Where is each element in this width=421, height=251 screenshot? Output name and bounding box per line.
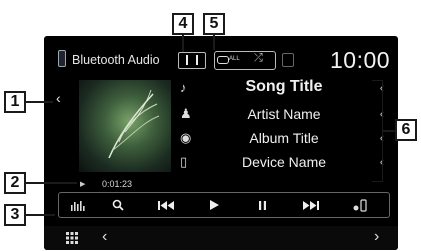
callout-3: 3 [4, 204, 26, 226]
album-disc-icon: ◉ [180, 130, 192, 145]
repeat-icon [217, 56, 229, 64]
play-status-icon: ▶ [80, 181, 86, 188]
pause-button[interactable] [247, 193, 277, 217]
previous-track-icon [158, 200, 174, 210]
artist-name: Artist Name [247, 106, 321, 122]
source-title: Bluetooth Audio [72, 53, 160, 67]
search-button[interactable] [103, 193, 133, 217]
track-info-panel: ♪ Song Title ‹ ♟ Artist Name ‹ ◉ Album T… [172, 78, 390, 180]
phone-device-icon: ▯ [180, 154, 188, 169]
artist-name-row[interactable]: ♟ Artist Name ‹ [172, 104, 390, 126]
elapsed-time: 0:01:23 [102, 179, 133, 189]
repeat-random-group: ALL ⤮ [214, 51, 276, 70]
equalizer-icon [71, 201, 85, 211]
album-title-row[interactable]: ◉ Album Title ‹ [172, 128, 390, 150]
search-icon [112, 199, 124, 211]
bluetooth-device-icon [353, 198, 367, 212]
callout-5: 5 [203, 13, 225, 35]
chevron-right-icon[interactable]: › [374, 228, 379, 246]
callout-2: 2 [4, 172, 26, 194]
menu-grid-button[interactable] [66, 231, 80, 245]
next-track-icon [303, 200, 319, 210]
equalizer-button[interactable] [61, 193, 95, 217]
head-unit-screen: Bluetooth Audio ALL ⤮ 10:00 ‹ ♪ Song Tit… [44, 36, 398, 250]
chevron-left-icon[interactable]: ‹ [56, 90, 61, 106]
pause-icon [258, 200, 266, 210]
song-title: Song Title [245, 78, 323, 95]
next-track-button[interactable] [293, 193, 329, 217]
device-settings-button[interactable] [343, 193, 377, 217]
shuffle-icon: ⤮ [254, 52, 263, 64]
repeat-label: ALL [229, 56, 240, 62]
clock: 10:00 [330, 47, 391, 73]
callout-5-leader [213, 34, 215, 50]
album-artwork[interactable] [79, 80, 171, 172]
random-button[interactable]: ⤮ [249, 52, 271, 67]
play-icon [209, 200, 219, 210]
play-button[interactable] [199, 193, 229, 217]
album-title: Album Title [249, 130, 319, 146]
source-device-icon [58, 50, 66, 67]
grid-icon [66, 232, 78, 244]
callout-2-leader [25, 182, 77, 184]
device-status-icon [282, 53, 294, 67]
callout-6-leader [383, 130, 395, 132]
callout-1: 1 [4, 91, 26, 113]
callout-4: 4 [172, 13, 194, 35]
song-title-row[interactable]: ♪ Song Title ‹ [172, 78, 390, 100]
artist-icon: ♟ [180, 106, 192, 121]
previous-track-button[interactable] [149, 193, 183, 217]
callout-6: 6 [395, 119, 417, 141]
media-mode-icon [186, 55, 198, 65]
repeat-button[interactable]: ALL [217, 53, 245, 67]
callout-1-leader [25, 101, 53, 103]
bottom-bar: ‹ › [44, 226, 398, 250]
control-bar [58, 192, 390, 218]
artwork-feather-graphic [108, 89, 160, 159]
callout-6-bracket [372, 80, 383, 182]
callout-4-leader [182, 34, 184, 52]
device-name-row[interactable]: ▯ Device Name ‹ [172, 152, 390, 174]
music-note-icon: ♪ [180, 80, 187, 95]
callout-3-leader [25, 214, 55, 216]
media-mode-button[interactable] [178, 52, 206, 69]
device-name: Device Name [241, 154, 327, 170]
chevron-left-icon[interactable]: ‹ [102, 228, 107, 246]
